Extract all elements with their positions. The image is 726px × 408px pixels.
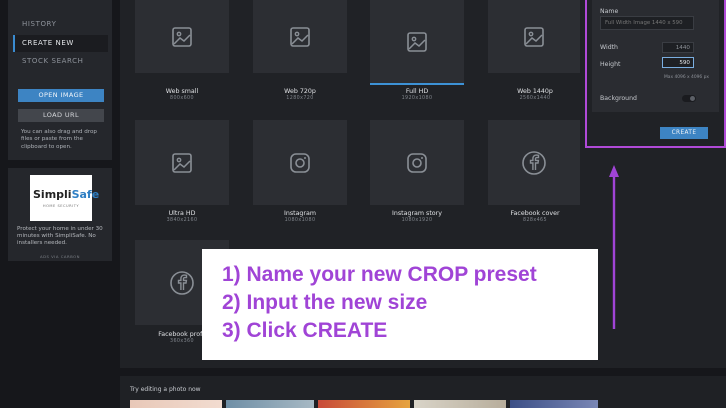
height-input[interactable]: [662, 57, 694, 68]
facebook-icon: [170, 270, 194, 295]
background-toggle[interactable]: [682, 95, 696, 102]
instruction-step: 2) Input the new size: [222, 291, 428, 314]
nav-create-new[interactable]: CREATE NEW: [13, 35, 108, 52]
nav-history[interactable]: HISTORY: [13, 16, 108, 33]
preset-tile-web-720p[interactable]: [253, 0, 347, 73]
image-icon: [172, 152, 192, 173]
preset-size: 1080x1080: [284, 218, 316, 223]
sample-photo-thumb[interactable]: [414, 400, 506, 408]
background-label: Background: [600, 95, 637, 102]
image-icon: [407, 31, 427, 52]
preset-tile-full-hd[interactable]: [370, 0, 464, 85]
ad-brand-part-accent: Safe: [71, 188, 100, 201]
preset-name: Instagram: [283, 210, 317, 217]
new-preset-panel: Name Width Height Max 4096 x 4096 px Bac…: [585, 0, 726, 148]
instruction-callout: 1) Name your new CROP preset 2) Input th…: [202, 249, 598, 360]
preset-tile-instagram[interactable]: [253, 120, 347, 205]
preset-name: Web 720p: [284, 88, 316, 95]
preset-size: 3840x2160: [166, 218, 198, 223]
preset-name: Web 1440p: [517, 88, 553, 95]
preset-name-input[interactable]: [600, 16, 694, 30]
preset-size: 1280x720: [286, 96, 314, 101]
preset-name: Facebook cover: [510, 210, 560, 217]
preset-name: Instagram story: [392, 210, 442, 217]
preset-size: 1920x1080: [401, 96, 433, 101]
image-icon: [290, 26, 310, 47]
ads-via-carbon[interactable]: ADS VIA CARBON: [8, 254, 112, 259]
image-icon: [524, 26, 544, 47]
drag-hint-line: files or paste from the: [21, 136, 83, 143]
drag-drop-hint: You can also drag and drop files or past…: [21, 129, 113, 151]
preset-tile-instagram-story[interactable]: [370, 120, 464, 205]
sample-photo-thumb[interactable]: [130, 400, 222, 408]
preset-name: Ultra HD: [168, 210, 196, 217]
preset-tile-ultra-hd[interactable]: [135, 120, 229, 205]
preset-size: 800x600: [170, 96, 194, 101]
ad-brand: SimpliSafe: [33, 188, 99, 201]
sample-photos-section: Try editing a photo now: [120, 376, 726, 408]
instruction-step: 1) Name your new CROP preset: [222, 263, 537, 286]
preset-size: 2560x1440: [519, 96, 551, 101]
gallery-title: Try editing a photo now: [130, 386, 201, 393]
carbon-ad[interactable]: SimpliSafe HOME SECURITY Protect your ho…: [8, 168, 112, 261]
up-arrow-annotation: [609, 165, 619, 329]
ad-text[interactable]: Protect your home in under 30 minutes wi…: [17, 226, 107, 247]
ad-brand-part: Simpli: [33, 188, 72, 201]
preset-name: Full HD: [405, 88, 429, 95]
preset-form: Name Width Height Max 4096 x 4096 px Bac…: [592, 0, 719, 112]
preset-name: Web small: [165, 88, 199, 95]
ad-brand-sub: HOME SECURITY: [42, 204, 80, 208]
nav-stock-search[interactable]: STOCK SEARCH: [13, 53, 108, 70]
image-icon: [172, 26, 192, 47]
width-label: Width: [600, 44, 618, 51]
facebook-icon: [522, 150, 546, 175]
instagram-icon: [407, 152, 427, 173]
sidebar: HISTORY CREATE NEW STOCK SEARCH OPEN IMA…: [8, 0, 112, 160]
ad-text-line: installers needed.: [17, 240, 67, 246]
preset-tile-web-1440p[interactable]: [488, 0, 580, 73]
preset-tile-facebook-cover[interactable]: [488, 120, 580, 205]
instagram-icon: [290, 152, 310, 173]
load-url-button[interactable]: LOAD URL: [18, 109, 104, 122]
max-size-note: Max 4096 x 4096 px: [664, 75, 709, 80]
create-button[interactable]: CREATE: [660, 127, 708, 139]
sample-photo-thumb[interactable]: [226, 400, 314, 408]
ad-logo[interactable]: SimpliSafe HOME SECURITY: [30, 175, 99, 221]
instruction-step: 3) Click CREATE: [222, 319, 388, 342]
ad-text-line: Protect your home in under 30: [17, 226, 103, 232]
sample-photo-thumb[interactable]: [318, 400, 410, 408]
width-input[interactable]: [662, 42, 694, 53]
preset-size: 828x465: [523, 218, 547, 223]
sample-photo-thumb[interactable]: [510, 400, 598, 408]
preset-tile-web-small[interactable]: [135, 0, 229, 73]
height-label: Height: [600, 61, 621, 68]
open-image-button[interactable]: OPEN IMAGE: [18, 89, 104, 102]
preset-size: 1080x1920: [401, 218, 433, 223]
drag-hint-line: clipboard to open.: [21, 143, 72, 150]
name-label: Name: [600, 8, 619, 15]
drag-hint-line: You can also drag and drop: [21, 129, 97, 135]
ad-text-line: minutes with SimpliSafe. No: [17, 233, 96, 239]
